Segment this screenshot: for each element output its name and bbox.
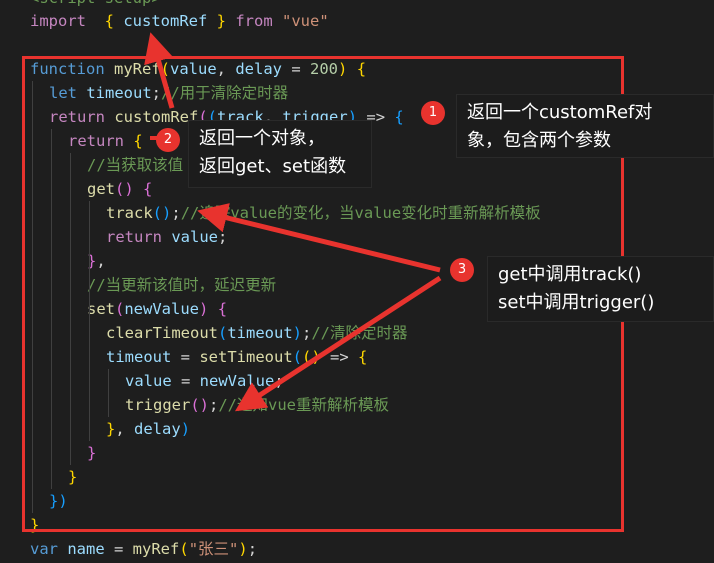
callout-track-trigger-line-1: get中调用track() bbox=[498, 264, 642, 285]
callout-track-trigger-line-2: set中调用trigger() bbox=[498, 292, 655, 313]
arrow-to-track bbox=[197, 203, 441, 273]
badge-3: 3 bbox=[450, 258, 474, 282]
callout-return-object: 返回一个对象， 返回get、set函数 bbox=[188, 120, 372, 188]
callout-customref-line-1: 返回一个customRef对 bbox=[467, 102, 653, 123]
callout-return-object-line-1: 返回一个对象， bbox=[199, 128, 325, 149]
badge-2: 2 bbox=[156, 128, 180, 152]
callout-track-trigger: get中调用track() set中调用trigger() bbox=[487, 256, 714, 322]
callout-return-object-line-2: 返回get、set函数 bbox=[199, 156, 347, 177]
arrow-to-customref bbox=[144, 32, 175, 109]
badge-1: 1 bbox=[421, 101, 445, 125]
arrow-to-trigger bbox=[234, 275, 442, 412]
callout-customref: 返回一个customRef对 象，包含两个参数 bbox=[456, 94, 714, 158]
callout-customref-line-2: 象，包含两个参数 bbox=[467, 130, 611, 151]
